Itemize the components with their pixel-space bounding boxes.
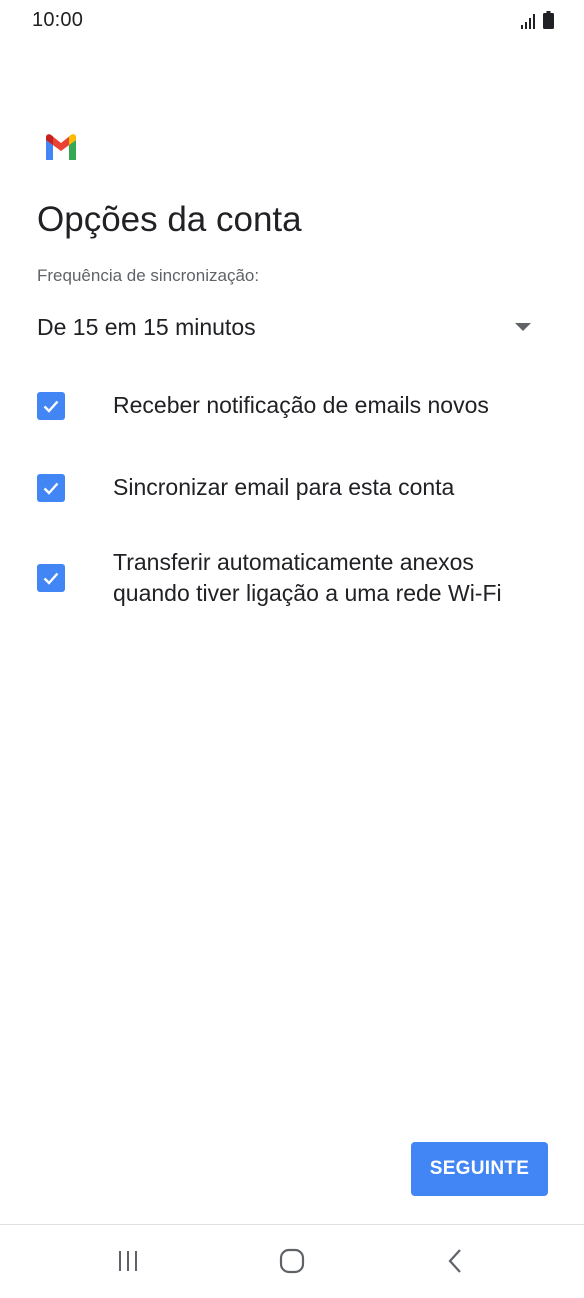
battery-icon bbox=[543, 11, 554, 29]
gmail-logo-icon bbox=[46, 134, 76, 160]
check-icon bbox=[43, 482, 59, 495]
check-icon bbox=[43, 400, 59, 413]
recents-button[interactable] bbox=[98, 1243, 158, 1279]
recents-icon bbox=[119, 1251, 137, 1271]
sync-frequency-value: De 15 em 15 minutos bbox=[37, 313, 256, 340]
navigation-bar bbox=[0, 1224, 584, 1298]
home-button[interactable] bbox=[262, 1243, 322, 1279]
page-title: Opções da conta bbox=[37, 200, 302, 239]
signal-icon bbox=[521, 14, 535, 29]
home-icon bbox=[279, 1248, 305, 1274]
option-label: Sincronizar email para esta conta bbox=[113, 474, 455, 500]
option-sync-email[interactable]: Sincronizar email para esta conta bbox=[37, 472, 557, 503]
sync-frequency-dropdown[interactable]: De 15 em 15 minutos bbox=[37, 305, 537, 349]
option-label: Transferir automaticamente anexos quando… bbox=[113, 549, 502, 606]
check-icon bbox=[43, 572, 59, 585]
status-bar: 10:00 bbox=[0, 0, 584, 42]
next-button[interactable]: SEGUINTE bbox=[411, 1142, 548, 1196]
back-button[interactable] bbox=[426, 1243, 486, 1279]
status-time: 10:00 bbox=[32, 9, 84, 31]
option-auto-download-attachments[interactable]: Transferir automaticamente anexos quando… bbox=[37, 547, 557, 609]
status-icons bbox=[521, 11, 554, 29]
sync-frequency-label: Frequência de sincronização: bbox=[37, 266, 260, 285]
dropdown-arrow-icon bbox=[515, 323, 531, 331]
checkbox-auto-download-attachments[interactable] bbox=[37, 564, 65, 592]
option-label: Receber notificação de emails novos bbox=[113, 392, 489, 418]
checkbox-sync-email[interactable] bbox=[37, 473, 65, 502]
option-new-email-notifications[interactable]: Receber notificação de emails novos bbox=[37, 390, 557, 421]
checkbox-notify-new-emails[interactable] bbox=[37, 391, 65, 420]
back-icon bbox=[448, 1249, 461, 1273]
